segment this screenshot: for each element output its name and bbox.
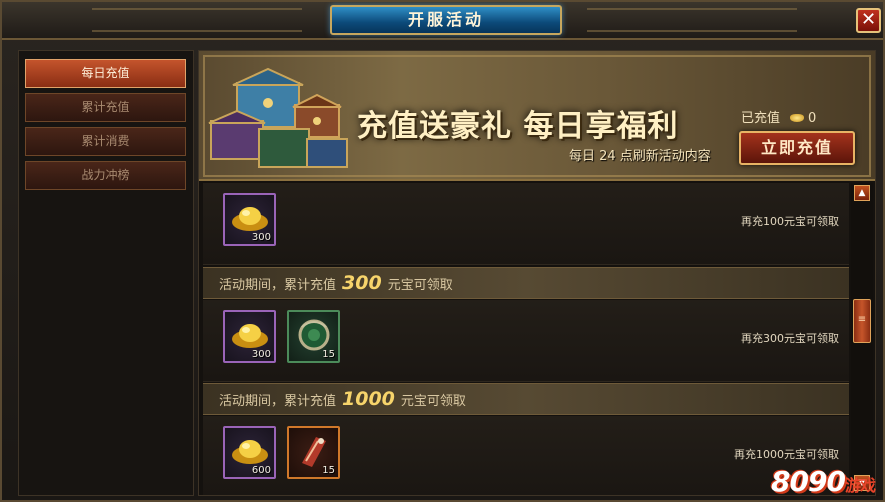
- scroll-up-arrow-icon[interactable]: ▲: [854, 185, 870, 201]
- reward-row: 300 再充100元宝可领取: [203, 183, 849, 265]
- item-quantity: 600: [251, 465, 271, 476]
- charged-amount: 已充值 0: [741, 107, 816, 126]
- main-panel: 充值送豪礼 每日享福利 已充值 0 每日 24 点刷新活动内容 立即充值 300: [198, 50, 876, 496]
- red-scroll-icon: [302, 437, 326, 467]
- title-ornament-left: [92, 8, 302, 32]
- reward-row: 600 15 再充1000元宝可领取: [203, 416, 849, 495]
- tier-amount: 1000: [342, 388, 395, 410]
- reward-item[interactable]: 300: [223, 310, 276, 363]
- ingot-icon: [790, 114, 805, 122]
- promo-banner: 充值送豪礼 每日享福利 已充值 0 每日 24 点刷新活动内容 立即充值: [199, 51, 875, 181]
- watermark-logo: 8090: [771, 465, 846, 498]
- reward-row: 300 15 再充300元宝可领取: [203, 300, 849, 382]
- recharge-now-button[interactable]: 立即充值: [739, 131, 855, 165]
- gold-ingot-icon: [232, 207, 268, 231]
- charged-value: 0: [808, 111, 817, 126]
- close-button[interactable]: ✕: [856, 8, 881, 33]
- tier-header-prefix: 活动期间，累计充值: [219, 394, 337, 409]
- site-watermark-logo: 8090游戏: [771, 465, 876, 498]
- reward-tier-header: 活动期间，累计充值 300 元宝可领取: [203, 267, 849, 299]
- reward-item[interactable]: 15: [287, 426, 340, 479]
- window-title: 开服活动: [330, 5, 562, 35]
- sidebar: 每日充值 累计充值 累计消费 战力冲榜: [18, 50, 194, 496]
- reward-list[interactable]: 300 再充100元宝可领取 活动期间，累计充值 300 元宝可领取 300 1…: [199, 183, 849, 495]
- tier-header-prefix: 活动期间，累计充值: [219, 278, 337, 293]
- jade-dragon-icon: [298, 319, 330, 351]
- gold-ingot-icon: [232, 324, 268, 348]
- sidebar-item-power-ranking[interactable]: 战力冲榜: [25, 161, 186, 190]
- treasure-chests-icon: [208, 67, 348, 168]
- activity-window: 开服活动 ✕ 每日充值 累计充值 累计消费 战力冲榜 充值送豪礼 每日享福利 已…: [0, 0, 885, 502]
- tier-header-suffix: 元宝可领取: [400, 394, 466, 409]
- scrollbar[interactable]: ▲ ≡ ▼: [851, 183, 873, 495]
- banner-headline: 充值送豪礼 每日享福利: [357, 109, 679, 144]
- watermark-suffix: 游戏: [844, 476, 876, 495]
- reward-tier-header: 活动期间，累计充值 1000 元宝可领取: [203, 383, 849, 415]
- claim-note: 再充100元宝可领取: [741, 215, 839, 228]
- item-quantity: 300: [251, 349, 271, 360]
- tier-amount: 300: [342, 272, 382, 294]
- gold-ingot-icon: [232, 440, 268, 464]
- claim-note: 再充1000元宝可领取: [734, 448, 839, 461]
- reward-item[interactable]: 600: [223, 426, 276, 479]
- item-quantity: 15: [322, 349, 335, 360]
- sidebar-item-cumulative-recharge[interactable]: 累计充值: [25, 93, 186, 122]
- charged-label: 已充值: [741, 111, 781, 126]
- title-ornament-right: [587, 8, 797, 32]
- sidebar-item-cumulative-spending[interactable]: 累计消费: [25, 127, 186, 156]
- claim-note: 再充300元宝可领取: [741, 332, 839, 345]
- title-bar: 开服活动 ✕: [2, 2, 883, 40]
- tier-header-suffix: 元宝可领取: [387, 278, 453, 293]
- scroll-thumb[interactable]: ≡: [853, 299, 871, 343]
- sidebar-item-daily-recharge[interactable]: 每日充值: [25, 59, 186, 88]
- item-quantity: 300: [251, 232, 271, 243]
- item-quantity: 15: [322, 465, 335, 476]
- reward-item[interactable]: 300: [223, 193, 276, 246]
- refresh-note: 每日 24 点刷新活动内容: [569, 149, 711, 164]
- reward-item[interactable]: 15: [287, 310, 340, 363]
